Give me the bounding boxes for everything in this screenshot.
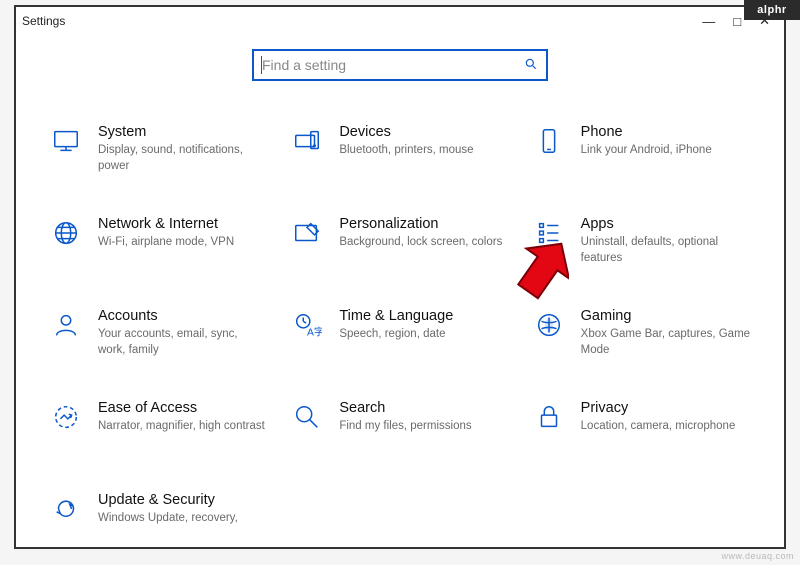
tile-desc: Find my files, permissions xyxy=(339,419,471,435)
search-icon xyxy=(524,57,538,74)
tile-desc: Link your Android, iPhone xyxy=(581,143,712,159)
tile-system[interactable]: System Display, sound, notifications, po… xyxy=(44,117,279,209)
tile-label: Network & Internet xyxy=(98,215,234,233)
text-caret xyxy=(261,56,262,74)
maximize-button[interactable]: □ xyxy=(733,14,741,29)
settings-grid: System Display, sound, notifications, po… xyxy=(16,87,784,547)
tile-accounts[interactable]: Accounts Your accounts, email, sync, wor… xyxy=(44,301,279,393)
tile-label: Search xyxy=(339,399,471,417)
tile-search[interactable]: Search Find my files, permissions xyxy=(285,393,520,485)
ease-of-access-icon xyxy=(48,399,84,435)
tile-label: System xyxy=(98,123,268,141)
brand-badge: alphr xyxy=(744,0,800,20)
tile-update-security[interactable]: Update & Security Windows Update, recove… xyxy=(44,485,279,547)
tile-desc: Location, camera, microphone xyxy=(581,419,736,435)
tile-personalization[interactable]: Personalization Background, lock screen,… xyxy=(285,209,520,301)
update-icon xyxy=(48,491,84,527)
tile-time-language[interactable]: A字 Time & Language Speech, region, date xyxy=(285,301,520,393)
titlebar: Settings — □ ✕ xyxy=(16,7,784,35)
tile-phone[interactable]: Phone Link your Android, iPhone xyxy=(527,117,762,209)
search-area xyxy=(16,35,784,87)
tile-ease-of-access[interactable]: Ease of Access Narrator, magnifier, high… xyxy=(44,393,279,485)
tile-desc: Speech, region, date xyxy=(339,327,453,343)
lock-icon xyxy=(531,399,567,435)
tile-label: Apps xyxy=(581,215,751,233)
tile-desc: Your accounts, email, sync, work, family xyxy=(98,327,268,358)
search-box[interactable] xyxy=(252,49,548,81)
time-language-icon: A字 xyxy=(289,307,325,343)
tile-desc: Bluetooth, printers, mouse xyxy=(339,143,473,159)
minimize-button[interactable]: — xyxy=(702,14,715,29)
accounts-icon xyxy=(48,307,84,343)
tile-desc: Display, sound, notifications, power xyxy=(98,143,268,174)
tile-desc: Uninstall, defaults, optional features xyxy=(581,235,751,266)
tile-label: Personalization xyxy=(339,215,502,233)
tile-label: Ease of Access xyxy=(98,399,265,417)
tile-label: Accounts xyxy=(98,307,268,325)
search-input[interactable] xyxy=(262,57,524,73)
system-icon xyxy=(48,123,84,159)
tile-privacy[interactable]: Privacy Location, camera, microphone xyxy=(527,393,762,485)
tile-label: Time & Language xyxy=(339,307,453,325)
tile-desc: Windows Update, recovery, xyxy=(98,511,238,527)
devices-icon xyxy=(289,123,325,159)
tile-desc: Background, lock screen, colors xyxy=(339,235,502,251)
tile-desc: Narrator, magnifier, high contrast xyxy=(98,419,265,435)
tile-apps[interactable]: Apps Uninstall, defaults, optional featu… xyxy=(527,209,762,301)
watermark: www.deuaq.com xyxy=(721,551,794,561)
settings-window: Settings — □ ✕ System Display, sound, no… xyxy=(14,5,786,549)
tile-network[interactable]: Network & Internet Wi-Fi, airplane mode,… xyxy=(44,209,279,301)
tile-label: Devices xyxy=(339,123,473,141)
tile-label: Gaming xyxy=(581,307,751,325)
tile-label: Update & Security xyxy=(98,491,238,509)
phone-icon xyxy=(531,123,567,159)
apps-icon xyxy=(531,215,567,251)
svg-text:A字: A字 xyxy=(307,325,322,338)
globe-icon xyxy=(48,215,84,251)
tile-label: Privacy xyxy=(581,399,736,417)
personalization-icon xyxy=(289,215,325,251)
gaming-icon xyxy=(531,307,567,343)
tile-gaming[interactable]: Gaming Xbox Game Bar, captures, Game Mod… xyxy=(527,301,762,393)
tile-desc: Wi-Fi, airplane mode, VPN xyxy=(98,235,234,251)
search-tile-icon xyxy=(289,399,325,435)
tile-desc: Xbox Game Bar, captures, Game Mode xyxy=(581,327,751,358)
tile-devices[interactable]: Devices Bluetooth, printers, mouse xyxy=(285,117,520,209)
tile-label: Phone xyxy=(581,123,712,141)
window-title: Settings xyxy=(22,14,65,28)
